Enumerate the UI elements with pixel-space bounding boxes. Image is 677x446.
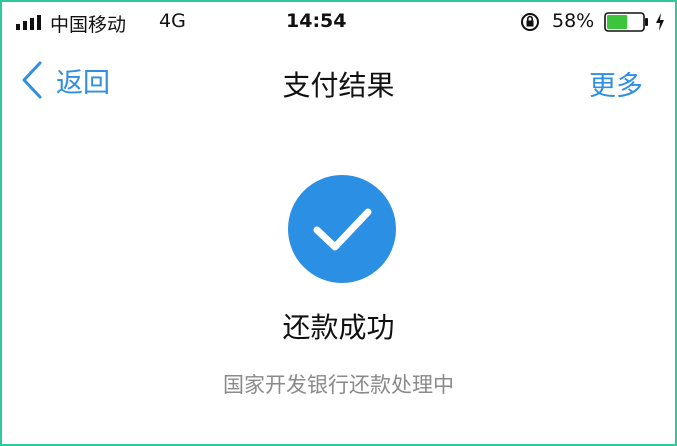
- navigation-bar: 返回 支付结果 更多: [2, 42, 675, 118]
- status-bar: 中国移动 4G 14:54 58%: [2, 2, 675, 42]
- more-button[interactable]: 更多: [589, 64, 643, 103]
- page-title: 支付结果: [282, 69, 395, 102]
- battery-icon: [604, 12, 648, 32]
- app-screen: 中国移动 4G 14:54 58% 返回 支付结果 更多 还款成功 国家开发银行…: [0, 0, 677, 446]
- network-type: 4G: [159, 10, 186, 32]
- orientation-lock-icon: [521, 13, 539, 31]
- result-subtitle: 国家开发银行还款处理中: [223, 373, 454, 397]
- result-title: 还款成功: [282, 311, 395, 344]
- carrier-name: 中国移动: [50, 14, 127, 36]
- status-time: 14:54: [286, 10, 347, 32]
- signal-icon: [16, 15, 41, 30]
- battery-percent: 58%: [552, 10, 595, 32]
- checkmark-icon: [288, 175, 396, 283]
- charging-icon: [656, 13, 664, 31]
